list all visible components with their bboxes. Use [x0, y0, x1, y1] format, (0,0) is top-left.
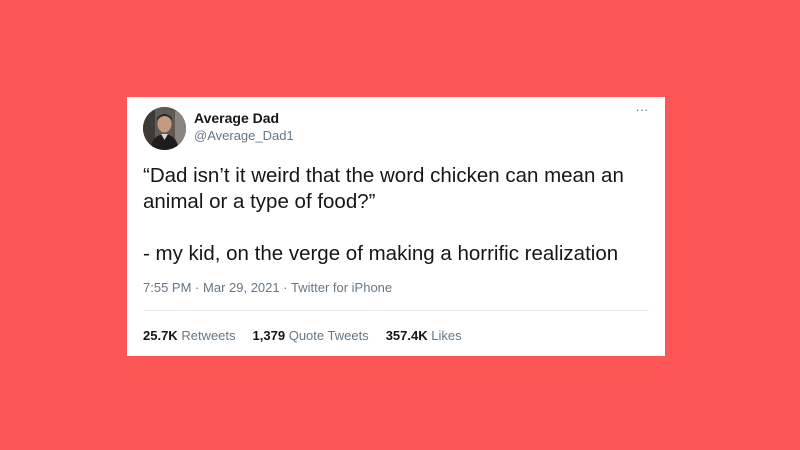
tweet-source[interactable]: Twitter for iPhone	[291, 280, 392, 295]
tweet-text-quote: “Dad isn’t it weird that the word chicke…	[143, 164, 624, 213]
meta-separator: ·	[283, 280, 288, 295]
retweets-count: 25.7K	[143, 328, 178, 343]
tweet-time[interactable]: 7:55 PM	[143, 280, 191, 295]
avatar-photo-icon	[143, 107, 186, 150]
tweet-metadata: 7:55 PM · Mar 29, 2021 · Twitter for iPh…	[143, 280, 392, 295]
tweet-date[interactable]: Mar 29, 2021	[203, 280, 280, 295]
likes-count: 357.4K	[385, 328, 428, 343]
tweet-text: “Dad isn’t it weird that the word chicke…	[143, 163, 655, 267]
retweets-stat[interactable]: 25.7K Retweets	[143, 328, 236, 343]
divider	[143, 310, 649, 311]
avatar[interactable]	[143, 107, 186, 150]
meta-separator: ·	[195, 280, 200, 295]
author-name[interactable]: Average Dad	[194, 110, 279, 126]
retweets-label: Retweets	[181, 328, 236, 343]
engagement-stats: 25.7K Retweets 1,379 Quote Tweets 357.4K…	[143, 328, 462, 343]
quote-tweets-stat[interactable]: 1,379 Quote Tweets	[253, 328, 369, 343]
likes-label: Likes	[431, 328, 462, 343]
tweet-text-attribution: - my kid, on the verge of making a horri…	[143, 242, 619, 265]
quote-tweets-count: 1,379	[252, 328, 286, 343]
tweet-card: Average Dad @Average_Dad1 ··· “Dad isn’t…	[127, 97, 665, 356]
author-handle[interactable]: @Average_Dad1	[194, 128, 294, 143]
likes-stat[interactable]: 357.4K Likes	[386, 328, 462, 343]
quote-tweets-label: Quote Tweets	[288, 328, 369, 343]
more-options-icon[interactable]: ···	[631, 103, 653, 117]
